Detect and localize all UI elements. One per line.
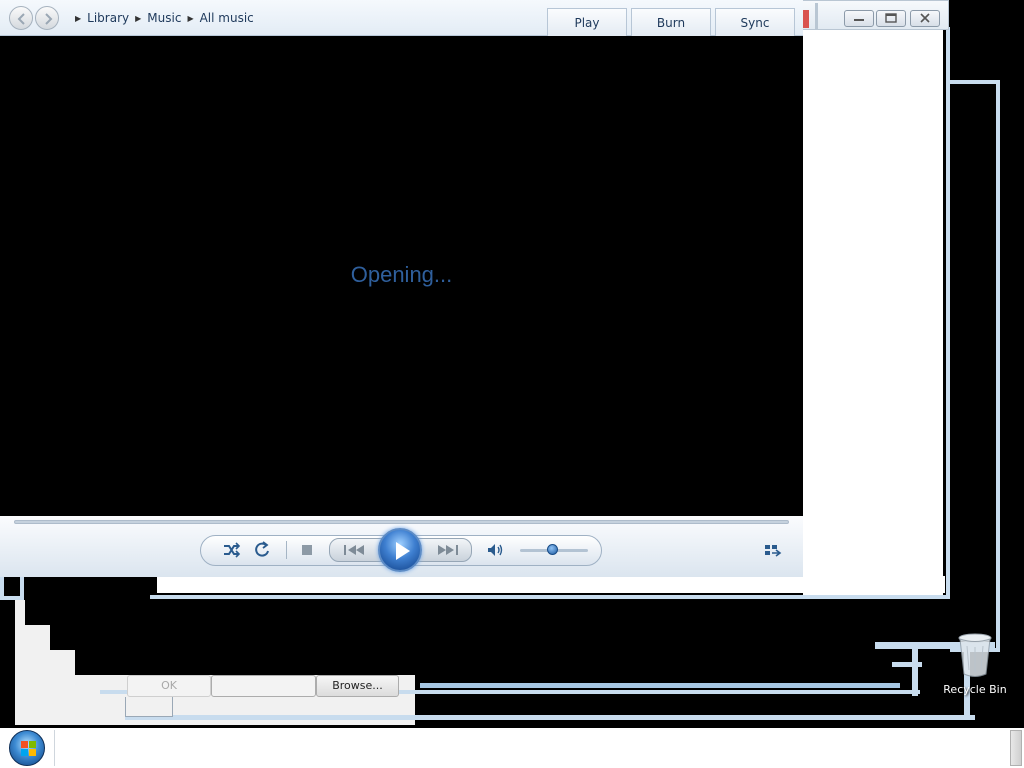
forward-arrow-icon bbox=[45, 13, 53, 25]
window-caption-divider bbox=[815, 3, 818, 29]
browse-button[interactable]: Browse... bbox=[316, 675, 399, 697]
minimize-button[interactable] bbox=[844, 10, 874, 27]
taskbar-divider bbox=[54, 730, 55, 766]
mute-button[interactable] bbox=[484, 539, 506, 561]
switch-to-library-icon bbox=[765, 545, 782, 557]
taskbar bbox=[0, 728, 1024, 768]
background-dialog-frame-bottom bbox=[125, 697, 173, 717]
maximize-button[interactable] bbox=[876, 10, 906, 27]
recycle-bin[interactable]: Recycle Bin bbox=[940, 630, 1010, 700]
breadcrumb-separator-icon: ▶ bbox=[135, 13, 142, 23]
window-caption-area bbox=[803, 0, 949, 30]
media-player-window: ▶ Library ▶ Music ▶ All music Play Burn … bbox=[0, 0, 803, 577]
switch-to-library-button[interactable] bbox=[762, 539, 784, 561]
background-dialog-step-3 bbox=[50, 650, 75, 725]
back-button[interactable] bbox=[9, 6, 33, 30]
background-line-6 bbox=[892, 662, 922, 667]
taskbar-scrollbar[interactable] bbox=[1010, 730, 1022, 766]
background-dialog-step-1 bbox=[15, 600, 25, 725]
background-window-bottom-strip bbox=[157, 576, 945, 593]
stop-button[interactable] bbox=[296, 539, 318, 561]
forward-button[interactable] bbox=[35, 6, 59, 30]
controls-divider bbox=[286, 541, 287, 559]
recycle-bin-label: Recycle Bin bbox=[943, 683, 1007, 696]
tab-burn[interactable]: Burn bbox=[631, 8, 711, 36]
breadcrumb-library[interactable]: Library bbox=[87, 11, 129, 25]
back-arrow-icon bbox=[17, 13, 25, 25]
ok-button[interactable]: OK bbox=[127, 675, 211, 697]
shuffle-icon bbox=[224, 542, 241, 558]
next-icon bbox=[438, 545, 458, 555]
breadcrumb: ▶ Library ▶ Music ▶ All music bbox=[75, 11, 254, 25]
breadcrumb-separator-icon: ▶ bbox=[75, 13, 82, 23]
background-line-3 bbox=[125, 715, 975, 720]
close-button[interactable] bbox=[910, 10, 940, 27]
playback-controls-bar bbox=[0, 516, 803, 577]
speaker-icon bbox=[488, 544, 503, 556]
seek-bar[interactable] bbox=[14, 520, 789, 524]
previous-button[interactable] bbox=[338, 539, 372, 561]
start-orb-icon bbox=[21, 741, 37, 757]
background-window-frame-2 bbox=[950, 80, 1000, 652]
recycle-bin-icon bbox=[958, 633, 992, 677]
player-navigation-bar: ▶ Library ▶ Music ▶ All music Play Burn … bbox=[0, 0, 803, 36]
minimize-icon bbox=[854, 19, 864, 21]
background-dialog-frame bbox=[0, 575, 24, 600]
start-button[interactable] bbox=[9, 730, 45, 766]
now-playing-video-area[interactable]: Opening... bbox=[0, 36, 803, 516]
maximize-icon bbox=[885, 13, 897, 23]
window-caption-fragment bbox=[803, 10, 809, 28]
background-dialog-step-2 bbox=[25, 625, 50, 725]
tab-sync[interactable]: Sync bbox=[715, 8, 795, 36]
play-button[interactable] bbox=[378, 528, 422, 572]
stop-icon bbox=[302, 545, 312, 555]
breadcrumb-separator-icon: ▶ bbox=[187, 13, 194, 23]
previous-icon bbox=[344, 545, 364, 555]
breadcrumb-music[interactable]: Music bbox=[147, 11, 181, 25]
background-line-1 bbox=[420, 683, 900, 688]
repeat-button[interactable] bbox=[251, 539, 273, 561]
volume-slider-thumb[interactable] bbox=[547, 544, 558, 555]
close-icon bbox=[920, 13, 930, 23]
play-icon bbox=[396, 542, 410, 560]
background-line-4 bbox=[912, 648, 918, 696]
blank-dialog-button[interactable] bbox=[211, 675, 316, 697]
status-text: Opening... bbox=[350, 262, 453, 287]
shuffle-button[interactable] bbox=[220, 539, 242, 561]
repeat-icon bbox=[255, 541, 269, 557]
tab-play[interactable]: Play bbox=[547, 8, 627, 36]
next-button[interactable] bbox=[430, 539, 464, 561]
breadcrumb-all-music[interactable]: All music bbox=[200, 11, 254, 25]
